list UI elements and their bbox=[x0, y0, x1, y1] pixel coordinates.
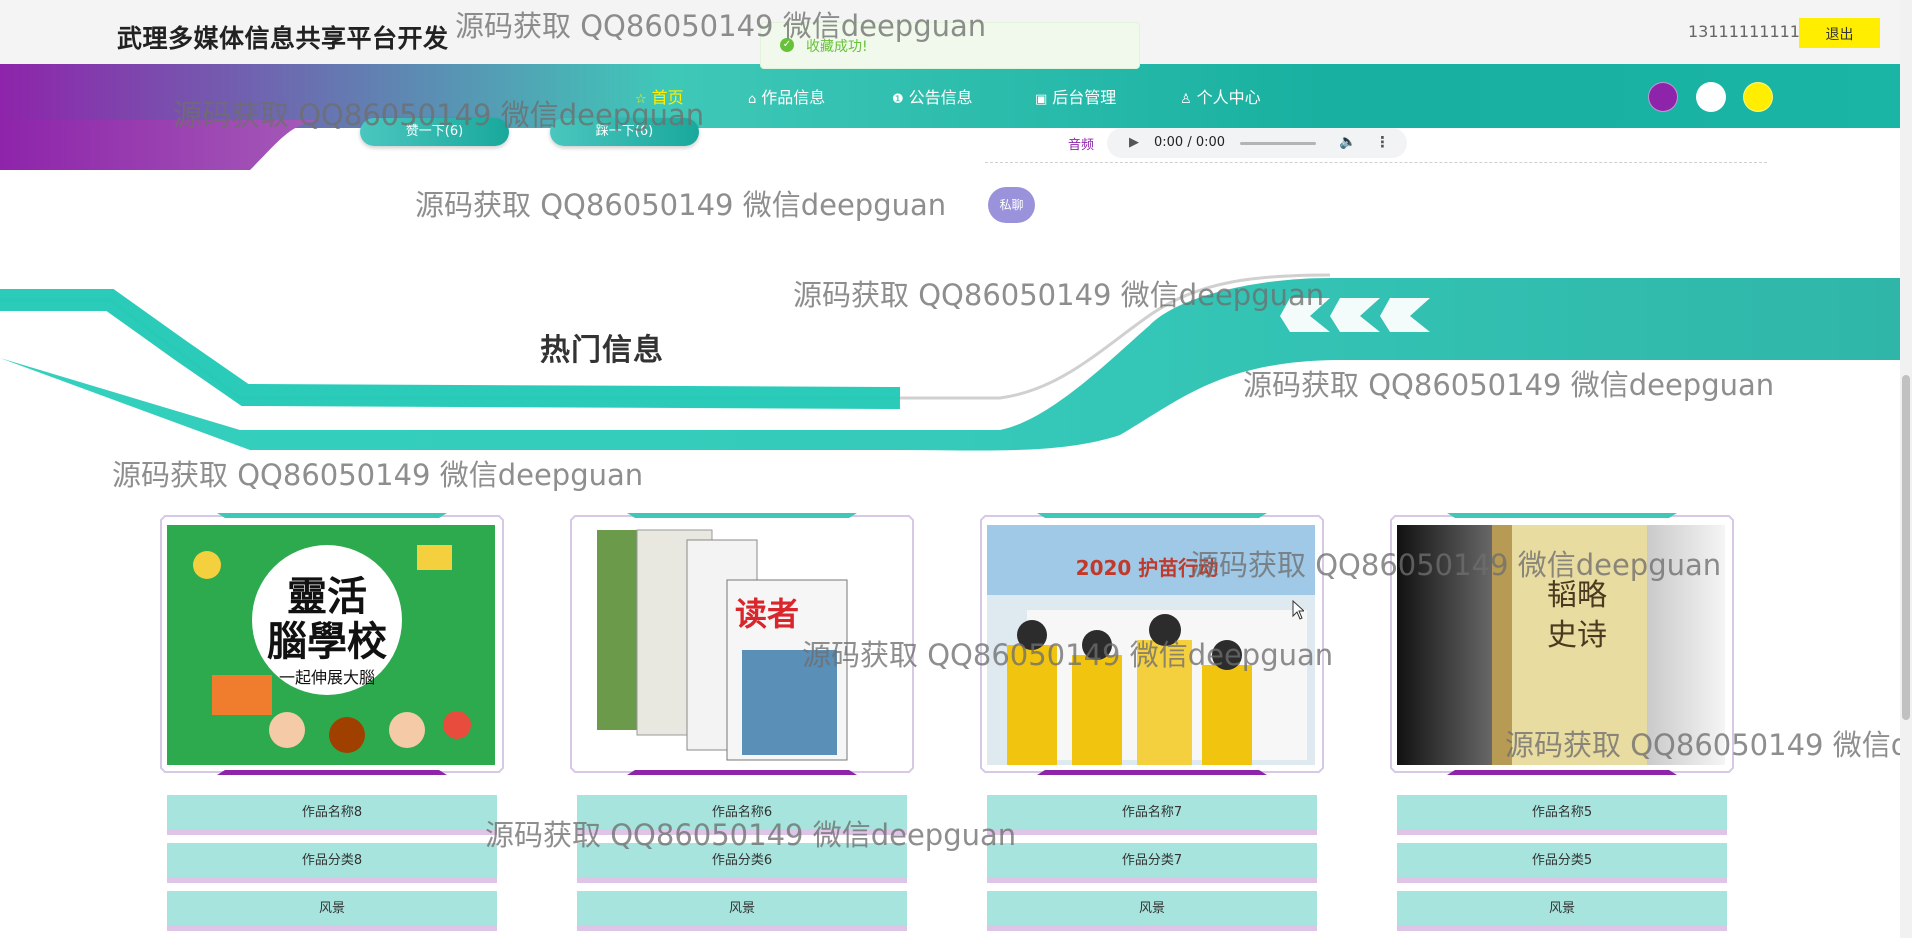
page-scrollbar[interactable] bbox=[1900, 0, 1912, 938]
card-type: 风景 bbox=[167, 891, 497, 931]
svg-text:腦學校: 腦學校 bbox=[267, 619, 387, 665]
nav-item-home[interactable]: ☆ 首页 bbox=[635, 84, 684, 108]
main-nav: ☆ 首页 ⌂ 作品信息 ❶ 公告信息 ▣ 后台管理 ♙ 个人中心 bbox=[0, 64, 1900, 128]
more-options-icon[interactable]: ⋮ bbox=[1375, 133, 1390, 151]
svg-text:靈活: 靈活 bbox=[287, 574, 367, 620]
volume-icon[interactable]: 🔈 bbox=[1339, 134, 1356, 150]
card-type: 风景 bbox=[987, 891, 1317, 931]
card-category: 作品分类6 bbox=[577, 843, 907, 883]
dislike-label: 踩一下(6) bbox=[595, 124, 654, 139]
nav-label: 公告信息 bbox=[908, 88, 973, 107]
card-image-frame: 读者 bbox=[567, 512, 917, 776]
nav-item-admin[interactable]: ▣ 后台管理 bbox=[1035, 84, 1116, 108]
home-icon: ⌂ bbox=[748, 92, 757, 107]
site-title: 武理多媒体信息共享平台开发 bbox=[117, 24, 449, 53]
card-type: 风景 bbox=[1397, 891, 1727, 931]
card-image-frame: 韬略 史诗 bbox=[1387, 512, 1737, 776]
dislike-button[interactable]: 踩一下(6) bbox=[550, 118, 699, 146]
section-title: 热门信息 bbox=[540, 333, 664, 368]
scrollbar-thumb[interactable] bbox=[1902, 375, 1910, 720]
work-card[interactable]: 靈活 腦學校 一起伸展大腦 作品名称8 作品分类8 风景 bbox=[157, 512, 507, 931]
card-image: 韬略 史诗 bbox=[1397, 525, 1725, 765]
audio-time: 0:00 / 0:00 bbox=[1154, 135, 1226, 150]
audio-player[interactable]: ▶ 0:00 / 0:00 🔈 ⋮ bbox=[1107, 128, 1407, 158]
star-icon: ☆ bbox=[635, 92, 647, 107]
card-image-frame: 靈活 腦學校 一起伸展大腦 bbox=[157, 512, 507, 776]
nav-label: 后台管理 bbox=[1052, 88, 1117, 107]
toast-message: 收藏成功! bbox=[806, 39, 868, 55]
card-title: 作品名称5 bbox=[1397, 795, 1727, 835]
nav-label: 作品信息 bbox=[761, 88, 826, 107]
user-phone: 13111111111 bbox=[1688, 22, 1800, 41]
watermark: 源码获取 QQ86050149 微信deepguan bbox=[112, 458, 644, 492]
theme-color-yellow[interactable] bbox=[1743, 82, 1773, 112]
nav-label: 个人中心 bbox=[1196, 88, 1261, 107]
card-title: 作品名称8 bbox=[167, 795, 497, 835]
mouse-cursor-icon bbox=[1292, 600, 1304, 620]
card-image: 靈活 腦學校 一起伸展大腦 bbox=[167, 525, 495, 765]
card-type: 风景 bbox=[577, 891, 907, 931]
admin-icon: ▣ bbox=[1035, 92, 1048, 107]
nav-swoosh-decoration bbox=[0, 120, 320, 170]
svg-text:韬略: 韬略 bbox=[1547, 578, 1607, 613]
info-icon: ❶ bbox=[892, 92, 904, 107]
audio-progress-slider[interactable] bbox=[1240, 142, 1316, 145]
user-icon: ♙ bbox=[1180, 92, 1192, 107]
card-image: 读者 bbox=[577, 525, 905, 765]
nav-item-notices[interactable]: ❶ 公告信息 bbox=[892, 84, 973, 108]
nav-label: 首页 bbox=[651, 88, 684, 107]
work-card[interactable]: 韬略 史诗 作品名称5 作品分类5 风景 bbox=[1387, 512, 1737, 931]
theme-color-purple[interactable] bbox=[1648, 82, 1678, 112]
section-banner bbox=[0, 273, 1900, 451]
chevron-left-icon bbox=[1280, 298, 1430, 332]
nav-item-works[interactable]: ⌂ 作品信息 bbox=[748, 84, 825, 108]
theme-color-white[interactable] bbox=[1696, 82, 1726, 112]
card-category: 作品分类5 bbox=[1397, 843, 1727, 883]
like-label: 赞一下(6) bbox=[405, 124, 464, 139]
audio-label: 音频 bbox=[1068, 138, 1095, 153]
work-card[interactable]: 2020 护苗行动 作品名称7 作品分类7 风景 bbox=[977, 512, 1327, 931]
svg-text:史诗: 史诗 bbox=[1547, 618, 1607, 653]
divider bbox=[985, 162, 1767, 163]
card-category: 作品分类7 bbox=[987, 843, 1317, 883]
nav-item-profile[interactable]: ♙ 个人中心 bbox=[1180, 84, 1261, 108]
svg-text:2020 护苗行动: 2020 护苗行动 bbox=[1076, 556, 1219, 580]
like-button[interactable]: 赞一下(6) bbox=[360, 118, 509, 146]
logout-button[interactable]: 退出 bbox=[1799, 18, 1880, 48]
card-image: 2020 护苗行动 bbox=[987, 525, 1315, 765]
play-icon[interactable]: ▶ bbox=[1129, 135, 1139, 150]
card-title: 作品名称7 bbox=[987, 795, 1317, 835]
success-toast: ✓ 收藏成功! bbox=[760, 22, 1140, 69]
work-card[interactable]: 读者 作品名称6 作品分类6 风景 bbox=[567, 512, 917, 931]
private-chat-button[interactable]: 私聊 bbox=[988, 187, 1035, 223]
card-image-frame: 2020 护苗行动 bbox=[977, 512, 1327, 776]
card-title: 作品名称6 bbox=[577, 795, 907, 835]
svg-text:一起伸展大腦: 一起伸展大腦 bbox=[279, 668, 375, 687]
check-icon: ✓ bbox=[780, 38, 794, 52]
svg-text:读者: 读者 bbox=[735, 595, 799, 633]
card-category: 作品分类8 bbox=[167, 843, 497, 883]
watermark: 源码获取 QQ86050149 微信deepguan bbox=[415, 188, 947, 222]
